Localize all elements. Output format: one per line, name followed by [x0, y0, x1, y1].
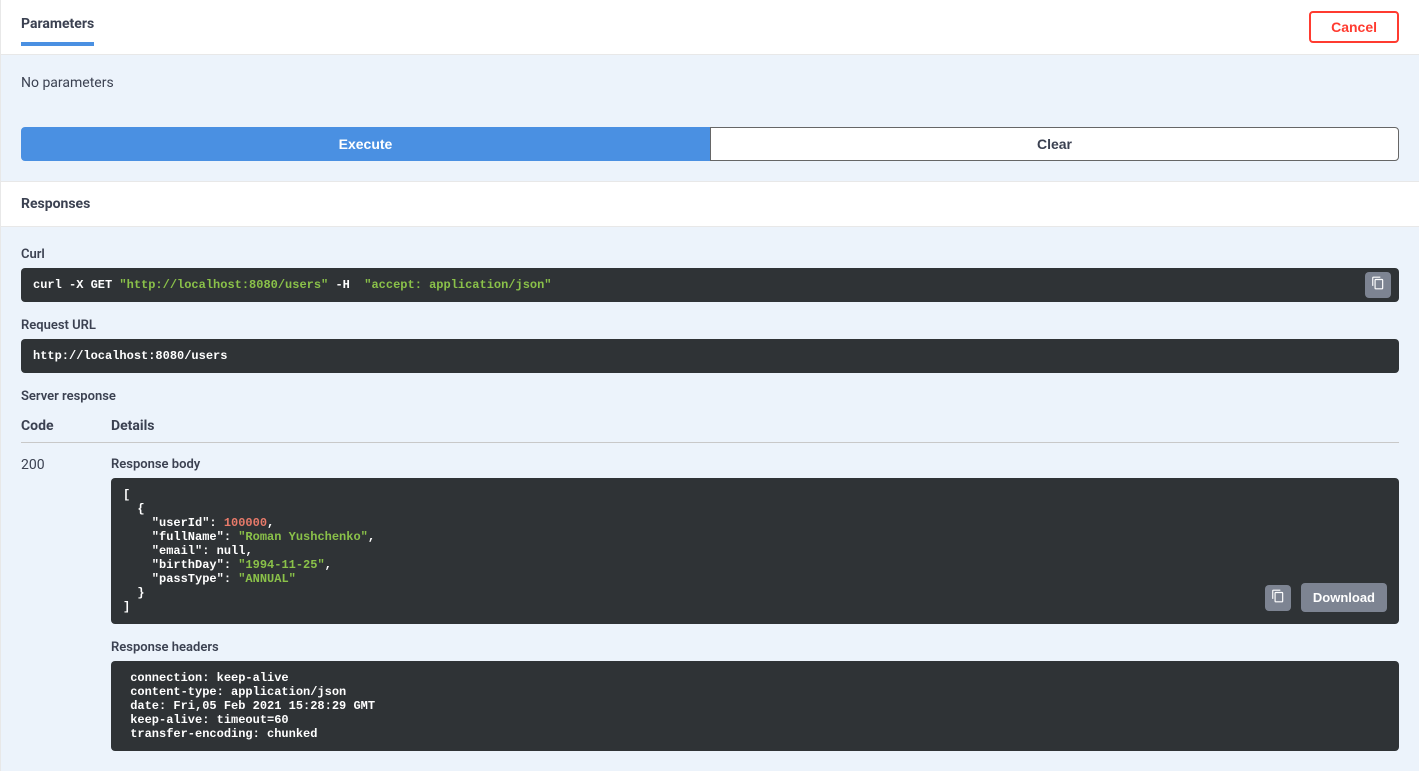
- curl-command: curl -X GET "http://localhost:8080/users…: [21, 268, 1399, 302]
- response-headers: connection: keep-alive content-type: app…: [111, 661, 1399, 751]
- server-response-label: Server response: [21, 389, 1399, 404]
- status-code: 200: [21, 457, 111, 473]
- responses-header: Responses: [1, 181, 1419, 227]
- parameters-header: Parameters Cancel: [1, 0, 1419, 55]
- response-headers-label: Response headers: [111, 640, 1399, 655]
- response-body-actions: Download: [1265, 583, 1387, 612]
- clear-button[interactable]: Clear: [710, 127, 1399, 161]
- response-body-section: [ { "userId": 100000, "fullName": "Roman…: [111, 478, 1399, 624]
- curl-label: Curl: [21, 247, 1399, 262]
- request-url: http://localhost:8080/users: [21, 339, 1399, 373]
- response-body: [ { "userId": 100000, "fullName": "Roman…: [111, 478, 1399, 624]
- clipboard-icon: [1271, 589, 1285, 607]
- code-column-header: Code: [21, 418, 111, 434]
- response-row: 200 Response body [ { "userId": 100000, …: [21, 457, 1399, 751]
- action-buttons: Execute Clear: [21, 127, 1399, 161]
- response-columns: Code Details: [21, 410, 1399, 443]
- request-url-label: Request URL: [21, 318, 1399, 333]
- copy-curl-button[interactable]: [1365, 272, 1391, 298]
- operation-panel: Parameters Cancel No parameters Execute …: [0, 0, 1419, 771]
- execute-button[interactable]: Execute: [21, 127, 710, 161]
- copy-response-button[interactable]: [1265, 585, 1291, 611]
- no-parameters-text: No parameters: [21, 75, 1399, 127]
- details-column-header: Details: [111, 418, 1399, 434]
- parameters-tab[interactable]: Parameters: [21, 8, 94, 46]
- cancel-button[interactable]: Cancel: [1309, 11, 1399, 43]
- response-body-label: Response body: [111, 457, 1399, 472]
- clipboard-icon: [1371, 276, 1385, 294]
- parameters-body: No parameters Execute Clear: [1, 55, 1419, 181]
- download-button[interactable]: Download: [1301, 583, 1387, 612]
- responses-body: Curl curl -X GET "http://localhost:8080/…: [1, 227, 1419, 771]
- response-details: Response body [ { "userId": 100000, "ful…: [111, 457, 1399, 751]
